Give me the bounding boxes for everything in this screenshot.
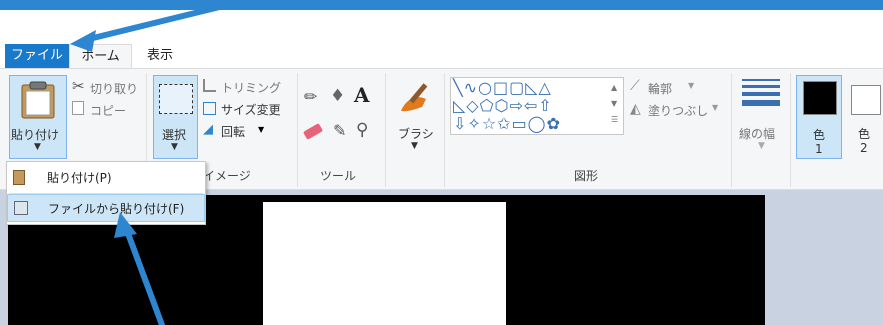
annotation-arrow-bottom (114, 212, 165, 325)
